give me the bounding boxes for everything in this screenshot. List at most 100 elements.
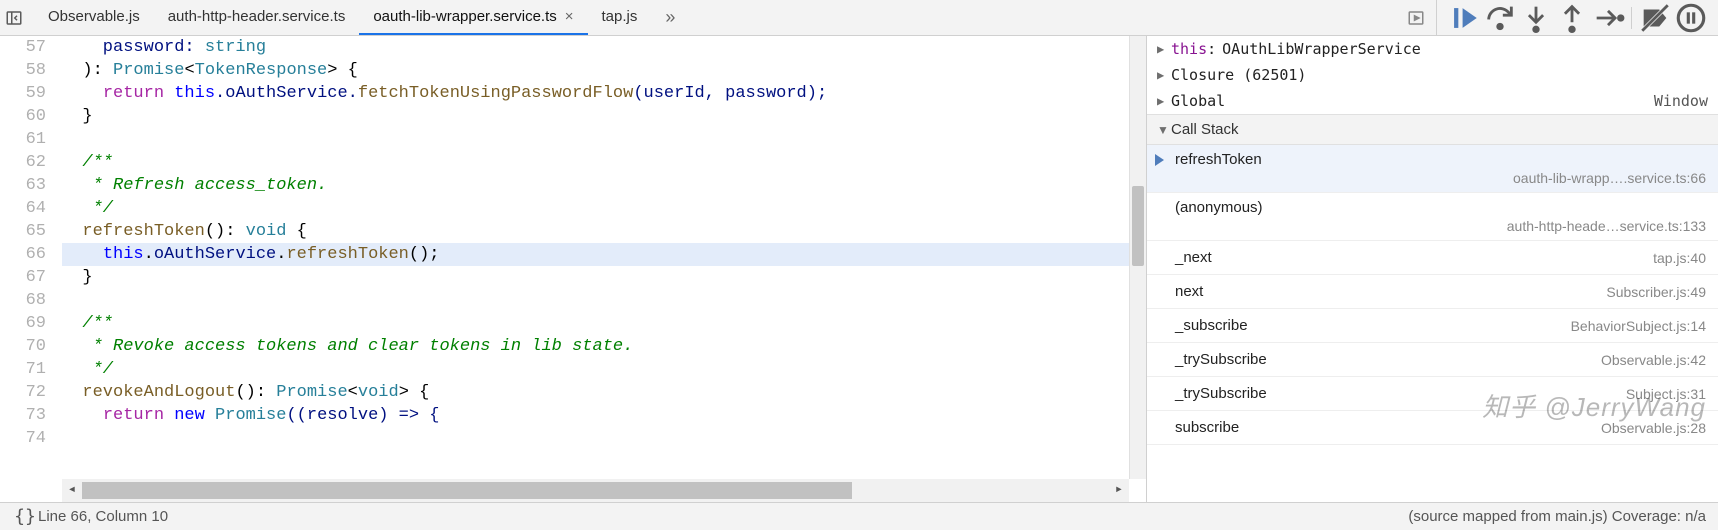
- code-line[interactable]: [62, 289, 1146, 312]
- frame-location: Subject.js:31: [1626, 386, 1706, 402]
- collapse-icon[interactable]: ▼: [1157, 123, 1171, 137]
- frame-location: Observable.js:42: [1601, 352, 1706, 368]
- code-line[interactable]: * Revoke access tokens and clear tokens …: [62, 335, 1146, 358]
- tab-tap-js[interactable]: tap.js: [588, 0, 652, 35]
- line-number[interactable]: 57: [0, 36, 46, 59]
- code-line[interactable]: [62, 128, 1146, 151]
- callstack-frame[interactable]: _next tap.js:40: [1147, 241, 1718, 275]
- step-button[interactable]: [1591, 4, 1625, 32]
- code-line[interactable]: ): Promise<TokenResponse> {: [62, 59, 1146, 82]
- scope-this-value: OAuthLibWrapperService: [1222, 40, 1421, 58]
- line-number[interactable]: 71: [0, 358, 46, 381]
- toggle-navigator-icon[interactable]: [0, 4, 28, 32]
- callstack-frame[interactable]: _subscribeBehaviorSubject.js:14: [1147, 309, 1718, 343]
- frame-name: (anonymous): [1175, 199, 1706, 216]
- code-line[interactable]: revokeAndLogout(): Promise<void> {: [62, 381, 1146, 404]
- code-line[interactable]: refreshToken(): void {: [62, 220, 1146, 243]
- line-number[interactable]: 64: [0, 197, 46, 220]
- line-number[interactable]: 74: [0, 427, 46, 450]
- callstack-frame[interactable]: (anonymous)auth-http-heade…service.ts:13…: [1147, 193, 1718, 241]
- expand-icon[interactable]: ▶: [1157, 42, 1171, 56]
- code-line[interactable]: password: string: [62, 36, 1146, 59]
- line-number[interactable]: 59: [0, 82, 46, 105]
- horizontal-scrollbar[interactable]: ◂ ▸: [62, 479, 1129, 502]
- horizontal-scrollbar-track[interactable]: [82, 482, 1109, 499]
- callstack-frame[interactable]: nextSubscriber.js:49: [1147, 275, 1718, 309]
- callstack-frame[interactable]: refreshToken oauth-lib-wrapp….service.ts:…: [1147, 145, 1718, 193]
- callstack-frame[interactable]: _trySubscribe Subject.js:31: [1147, 377, 1718, 411]
- tab-oauth-lib-wrapper-service-ts[interactable]: oauth-lib-wrapper.service.ts×: [359, 0, 587, 35]
- pause-on-exceptions-button[interactable]: [1674, 4, 1708, 32]
- line-number[interactable]: 61: [0, 128, 46, 151]
- frame-location: Observable.js:28: [1601, 420, 1706, 436]
- scope-global-value: Window: [1654, 92, 1708, 110]
- code-content[interactable]: password: string ): Promise<TokenRespons…: [62, 36, 1146, 502]
- more-tabs-button[interactable]: »: [651, 7, 689, 28]
- callstack-header[interactable]: ▼ Call Stack: [1147, 114, 1718, 145]
- step-out-button[interactable]: [1555, 4, 1589, 32]
- frame-location: tap.js:40: [1653, 250, 1706, 266]
- line-number[interactable]: 73: [0, 404, 46, 427]
- callstack-frame[interactable]: _trySubscribe Observable.js:42: [1147, 343, 1718, 377]
- line-number[interactable]: 58: [0, 59, 46, 82]
- code-editor[interactable]: 575859606162636465666768697071727374 pas…: [0, 36, 1146, 502]
- debugger-pane: ▶ this: OAuthLibWrapperService ▶ Closure…: [1146, 36, 1718, 502]
- callstack-header-label: Call Stack: [1171, 121, 1239, 138]
- frame-name: refreshToken: [1175, 151, 1706, 168]
- line-number[interactable]: 66: [0, 243, 46, 266]
- code-line[interactable]: /**: [62, 312, 1146, 335]
- scope-closure-label: Closure (62501): [1171, 66, 1306, 84]
- tab-auth-http-header-service-ts[interactable]: auth-http-header.service.ts: [154, 0, 360, 35]
- code-line[interactable]: */: [62, 197, 1146, 220]
- scope-global-row[interactable]: ▶ Global Window: [1147, 88, 1718, 114]
- cursor-position: Line 66, Column 10: [38, 508, 168, 525]
- code-line[interactable]: [62, 427, 1146, 450]
- run-snippet-icon[interactable]: [1402, 4, 1430, 32]
- scope-global-label: Global: [1171, 92, 1225, 110]
- close-icon[interactable]: ×: [565, 8, 574, 25]
- code-line[interactable]: }: [62, 105, 1146, 128]
- line-number[interactable]: 67: [0, 266, 46, 289]
- expand-icon[interactable]: ▶: [1157, 94, 1171, 108]
- deactivate-breakpoints-button[interactable]: [1638, 4, 1672, 32]
- code-line[interactable]: * Refresh access_token.: [62, 174, 1146, 197]
- step-over-button[interactable]: [1483, 4, 1517, 32]
- scroll-left-arrow-icon[interactable]: ◂: [62, 479, 82, 502]
- line-number[interactable]: 60: [0, 105, 46, 128]
- resume-button[interactable]: [1447, 4, 1481, 32]
- line-number[interactable]: 72: [0, 381, 46, 404]
- step-into-button[interactable]: [1519, 4, 1553, 32]
- callstack-list: refreshToken oauth-lib-wrapp….service.ts:…: [1147, 145, 1718, 445]
- line-number[interactable]: 65: [0, 220, 46, 243]
- frame-location: oauth-lib-wrapp….service.ts:66: [1175, 170, 1706, 186]
- vertical-scrollbar[interactable]: [1129, 36, 1146, 479]
- scroll-right-arrow-icon[interactable]: ▸: [1109, 479, 1129, 502]
- line-number[interactable]: 63: [0, 174, 46, 197]
- line-number[interactable]: 68: [0, 289, 46, 312]
- tab-label: Observable.js: [48, 8, 140, 25]
- tab-observable-js[interactable]: Observable.js: [34, 0, 154, 35]
- pretty-print-icon[interactable]: {}: [12, 506, 38, 527]
- vertical-scrollbar-thumb[interactable]: [1132, 186, 1144, 266]
- frame-name: _trySubscribe: [1175, 351, 1267, 368]
- code-line[interactable]: */: [62, 358, 1146, 381]
- frame-name: _trySubscribe: [1175, 385, 1267, 402]
- code-line[interactable]: return this.oAuthService.fetchTokenUsing…: [62, 82, 1146, 105]
- expand-icon[interactable]: ▶: [1157, 68, 1171, 82]
- code-line[interactable]: }: [62, 266, 1146, 289]
- callstack-frame[interactable]: subscribe Observable.js:28: [1147, 411, 1718, 445]
- frame-name: _next: [1175, 249, 1212, 266]
- line-number[interactable]: 70: [0, 335, 46, 358]
- code-line[interactable]: /**: [62, 151, 1146, 174]
- scope-closure-row[interactable]: ▶ Closure (62501): [1147, 62, 1718, 88]
- tab-label: auth-http-header.service.ts: [168, 8, 346, 25]
- tab-bar: Observable.js auth-http-header.service.ts…: [28, 0, 1394, 35]
- code-line[interactable]: return new Promise((resolve) => {: [62, 404, 1146, 427]
- frame-location: Subscriber.js:49: [1606, 284, 1706, 300]
- line-number[interactable]: 62: [0, 151, 46, 174]
- code-line[interactable]: this.oAuthService.refreshToken();: [62, 243, 1146, 266]
- frame-name: subscribe: [1175, 419, 1239, 436]
- scope-this-row[interactable]: ▶ this: OAuthLibWrapperService: [1147, 36, 1718, 62]
- line-number[interactable]: 69: [0, 312, 46, 335]
- horizontal-scrollbar-thumb[interactable]: [82, 482, 852, 499]
